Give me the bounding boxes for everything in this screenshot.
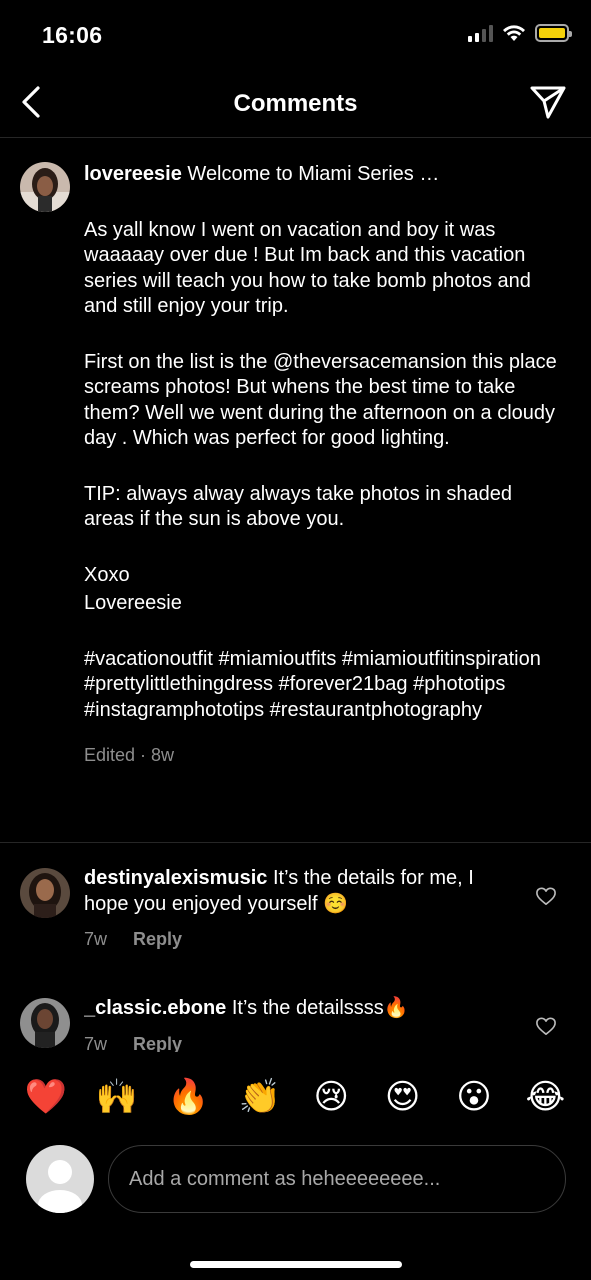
status-bar: 16:06 [0, 0, 591, 70]
comment-username[interactable]: destinyalexismusic [84, 867, 267, 889]
divider [0, 842, 591, 843]
avatar[interactable] [20, 998, 70, 1048]
avatar[interactable] [20, 868, 70, 918]
like-heart-icon[interactable] [535, 886, 557, 906]
avatar[interactable] [20, 162, 70, 212]
comment-age: 7w [84, 929, 108, 949]
caption-title: Welcome to Miami Series … [187, 163, 440, 185]
caption-hashtags[interactable]: #vacationoutfit #miamioutfits #miamioutf… [84, 647, 564, 724]
wifi-icon [503, 25, 525, 41]
signoff-line: Xoxo [84, 563, 130, 586]
avatar-photo [20, 868, 70, 918]
comment-body: _classic.ebone It’s the detailssss🔥 7w R… [84, 996, 484, 1058]
emoji-heart-eyes[interactable]: 😍 [379, 1077, 427, 1117]
comment-input[interactable] [108, 1145, 566, 1213]
caption-first-line: lovereesie Welcome to Miami Series … [84, 162, 564, 188]
reply-button[interactable]: Reply [133, 927, 182, 953]
emoji-heart[interactable]: ❤️ [22, 1077, 70, 1117]
home-indicator [190, 1261, 402, 1268]
status-time: 16:06 [42, 22, 103, 48]
battery-icon [535, 24, 572, 42]
like-heart-icon[interactable] [535, 1016, 557, 1036]
emoji-laughing[interactable]: 😂 [521, 1077, 569, 1117]
caption-paragraph: TIP: always alway always take photos in … [84, 482, 512, 531]
caption-username[interactable]: lovereesie [84, 163, 182, 185]
caption-paragraph: As yall know I went on vacation and boy … [84, 218, 531, 318]
signoff-line: Lovereesie [84, 592, 182, 614]
status-icons [468, 24, 572, 42]
avatar-photo [20, 162, 70, 212]
comment-meta: 7w Reply [84, 927, 484, 953]
edited-label: Edited · 8w [84, 745, 175, 765]
comment-username[interactable]: _classic.ebone [84, 997, 226, 1019]
default-avatar-icon [38, 1160, 82, 1213]
comment-body: destinyalexismusic It’s the details for … [84, 866, 484, 953]
page-title: Comments [233, 90, 358, 117]
emoji-quick-bar: ❤️ 🙌 🔥 👏 😢 😍 😮 😂 [0, 1052, 591, 1142]
avatar-photo [20, 998, 70, 1048]
cellular-signal-icon [468, 24, 493, 42]
emoji-raised-hands[interactable]: 🙌 [93, 1077, 141, 1117]
comment-content: It’s the detailssss🔥 [231, 997, 409, 1019]
caption-signoff: Xoxo Lovereesie [84, 563, 564, 617]
current-user-avatar [26, 1145, 94, 1213]
comment-text: destinyalexismusic It’s the details for … [84, 866, 484, 917]
emoji-surprised[interactable]: 😮 [450, 1077, 498, 1117]
caption-paragraph: First on the list is the @theversacemans… [84, 350, 557, 450]
emoji-clap[interactable]: 👏 [236, 1077, 284, 1117]
paper-plane-icon[interactable] [529, 84, 567, 120]
comment-text: _classic.ebone It’s the detailssss🔥 [84, 996, 484, 1022]
emoji-crying[interactable]: 😢 [307, 1077, 355, 1117]
comments-header: Comments [0, 70, 591, 138]
emoji-fire[interactable]: 🔥 [164, 1077, 212, 1117]
comment-composer [0, 1142, 591, 1222]
caption-text: lovereesie Welcome to Miami Series … As … [84, 162, 564, 769]
